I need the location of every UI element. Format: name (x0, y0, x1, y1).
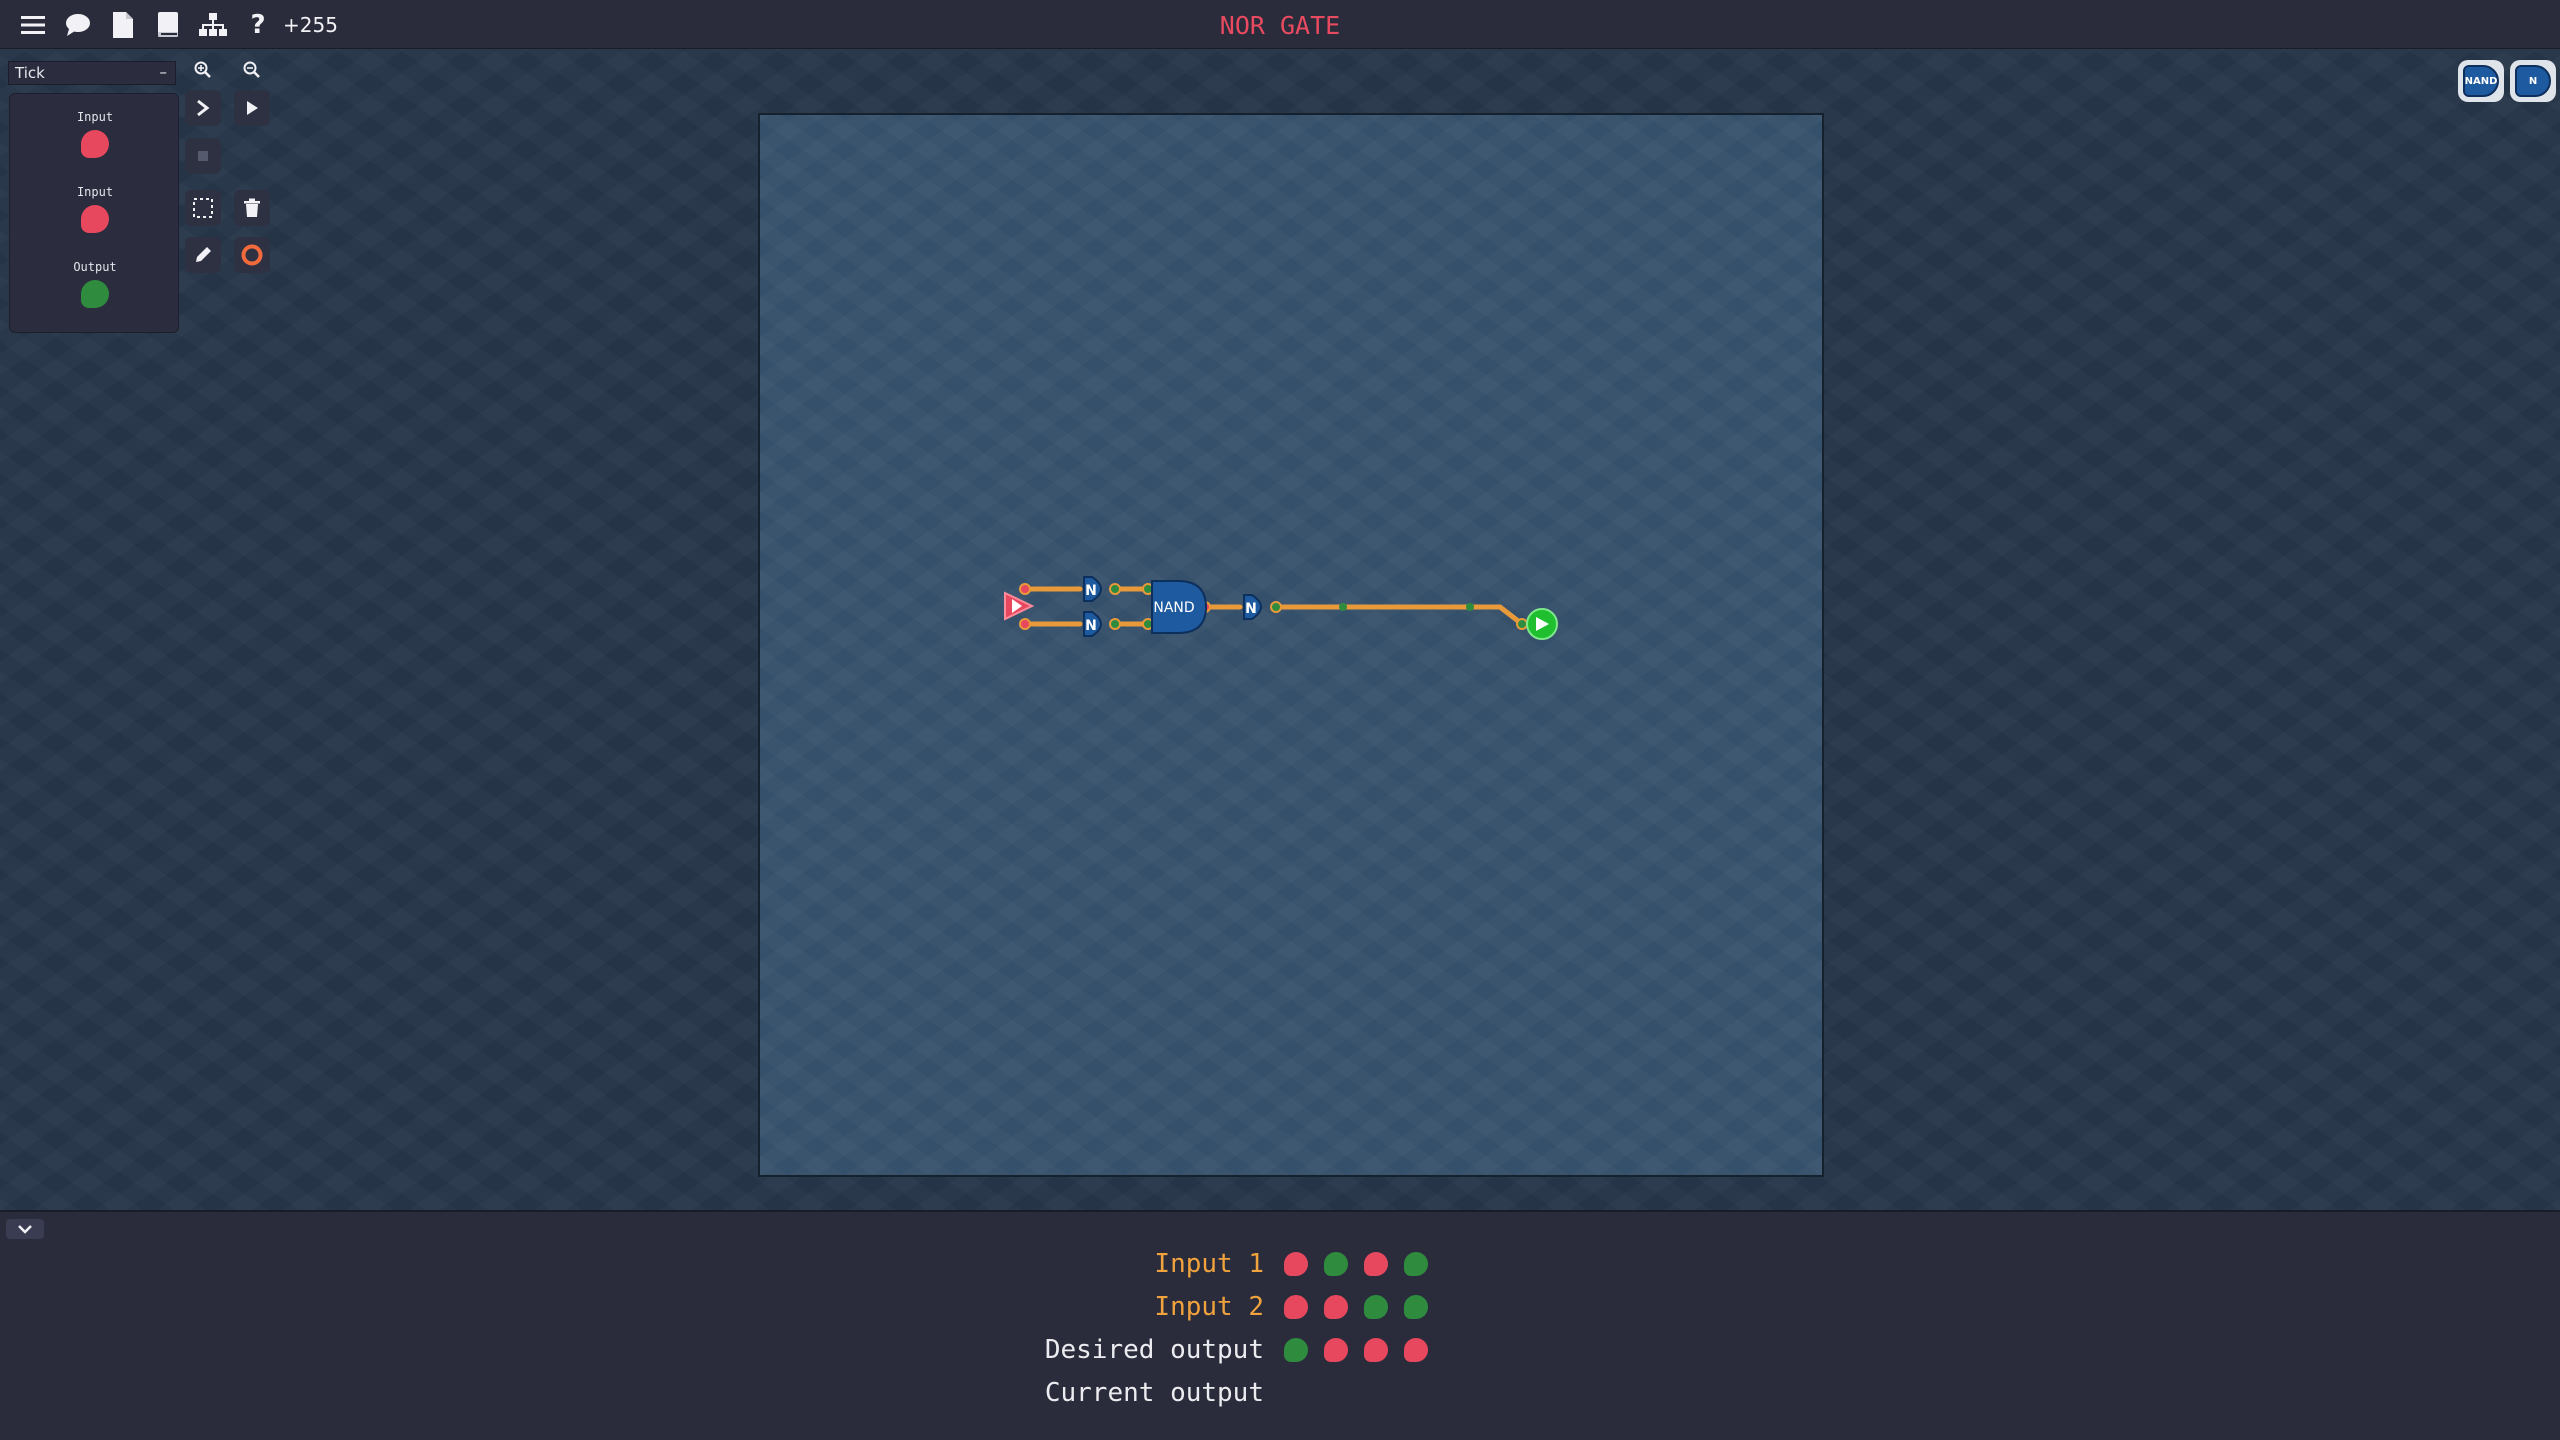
input-2-pin[interactable] (81, 205, 109, 233)
truth-row-values (1284, 1252, 1428, 1276)
level-title: NOR GATE (1219, 11, 1341, 40)
truth-value-off (1364, 1338, 1388, 1362)
zoom-out-icon (243, 61, 260, 78)
zoom-in-button[interactable] (185, 57, 221, 83)
step-icon (197, 99, 210, 117)
gate-label: N (1085, 583, 1097, 599)
output-node[interactable] (1526, 608, 1558, 640)
speed-select[interactable]: Tick – (8, 61, 176, 85)
file-icon[interactable] (108, 10, 138, 40)
truth-value-on (1404, 1252, 1428, 1276)
hierarchy-icon[interactable] (198, 10, 228, 40)
gate-label: NAND (1153, 600, 1194, 616)
truth-value-on (1284, 1338, 1308, 1362)
speed-minus[interactable]: – (160, 63, 168, 81)
io-label: Input (76, 185, 114, 199)
zoom-in-icon (194, 61, 211, 78)
collapse-button[interactable] (6, 1219, 44, 1239)
input-1-item[interactable]: Input (10, 110, 180, 158)
not-gate-button[interactable]: N (2510, 60, 2556, 102)
not-gate-output[interactable]: N (1243, 594, 1262, 620)
circuit-board[interactable]: N N NAND N (758, 113, 1824, 1177)
truth-row-input-2: Input 2 (984, 1287, 1428, 1327)
truth-row-label: Current output (1044, 1378, 1264, 1408)
play-button[interactable] (234, 90, 270, 126)
book-icon[interactable] (153, 10, 183, 40)
truth-value-off (1404, 1338, 1428, 1362)
output-pin[interactable] (81, 280, 109, 308)
top-bar: ? +255 NOR GATE (0, 0, 2560, 49)
select-icon (193, 198, 213, 218)
truth-value-off (1324, 1295, 1348, 1319)
truth-row-values (1284, 1338, 1428, 1362)
truth-value-off (1284, 1252, 1308, 1276)
truth-row-label: Desired output (1044, 1335, 1264, 1365)
gate-label: N (1085, 618, 1097, 634)
help-icon[interactable]: ? (243, 10, 273, 40)
truth-value-on (1324, 1252, 1348, 1276)
delete-button[interactable] (234, 190, 270, 226)
io-label: Input (76, 110, 114, 124)
wire[interactable] (1272, 604, 1525, 627)
io-label: Output (73, 260, 117, 274)
zoom-out-button[interactable] (234, 57, 270, 83)
truth-value-on (1364, 1295, 1388, 1319)
input-node[interactable] (1004, 591, 1035, 621)
output-item[interactable]: Output (10, 260, 180, 308)
trash-icon (244, 198, 260, 217)
nand-gate[interactable]: NAND (1151, 580, 1208, 634)
speed-label: Tick (15, 64, 45, 82)
erase-button[interactable] (234, 237, 270, 273)
score-counter: +255 (283, 13, 338, 37)
not-gate-top[interactable]: N (1083, 576, 1102, 602)
select-button[interactable] (185, 190, 221, 226)
truth-row-current: Current output (984, 1373, 1284, 1413)
pencil-button[interactable] (185, 237, 221, 273)
io-panel: Input Input Output (9, 93, 179, 333)
truth-row-values (1284, 1295, 1428, 1319)
truth-value-off (1324, 1338, 1348, 1362)
input-2-item[interactable]: Input (10, 185, 180, 233)
not-gate-bottom[interactable]: N (1083, 611, 1102, 637)
circuit-canvas: N N NAND N (1004, 576, 1558, 640)
menu-icon[interactable] (18, 10, 48, 40)
truth-value-off (1364, 1252, 1388, 1276)
nand-gate-button[interactable]: NAND (2458, 60, 2504, 102)
chevron-down-icon (18, 1225, 32, 1234)
truth-row-input-1: Input 1 (984, 1244, 1428, 1284)
stop-icon (198, 151, 208, 161)
truth-row-label: Input 2 (1154, 1292, 1264, 1322)
corner-gate-label: NAND (2463, 65, 2499, 97)
play-icon (247, 101, 258, 115)
pencil-icon (196, 247, 211, 262)
truth-row-label: Input 1 (1154, 1249, 1264, 1279)
step-button[interactable] (185, 90, 221, 126)
ring-icon (241, 244, 263, 266)
input-1-pin[interactable] (81, 130, 109, 158)
truth-table-panel: Input 1 Input 2 Desired output Current o… (0, 1210, 2560, 1440)
truth-value-off (1284, 1295, 1308, 1319)
truth-row-desired: Desired output (984, 1330, 1428, 1370)
corner-gate-label: N (2515, 65, 2551, 97)
truth-value-on (1404, 1295, 1428, 1319)
stop-button[interactable] (185, 138, 221, 174)
gate-label: N (1245, 601, 1257, 617)
chat-icon[interactable] (63, 10, 93, 40)
